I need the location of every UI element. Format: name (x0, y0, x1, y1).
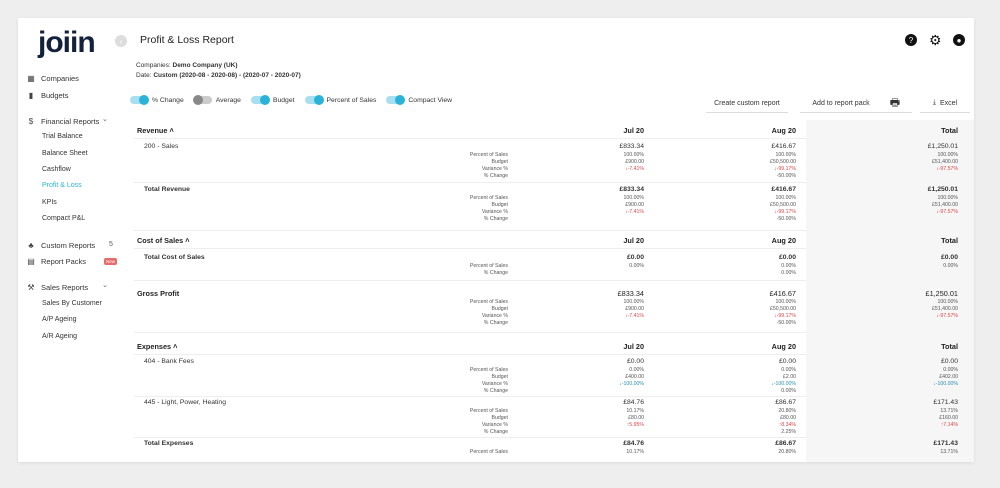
print-button[interactable]: 🖶 (878, 94, 912, 113)
sidebar-item-budgets[interactable]: ▮ Budgets (26, 88, 69, 102)
sidebar: joiin ▦ Companies ▮ Budgets $ Financial … (18, 18, 122, 462)
chevron-left-icon: ‹ (119, 36, 123, 46)
sidebar-item-companies[interactable]: ▦ Companies (26, 71, 79, 85)
shapes-icon: ♣ (28, 240, 34, 250)
gavel-icon: ⚒ (27, 282, 35, 292)
app-window: joiin ▦ Companies ▮ Budgets $ Financial … (18, 18, 974, 462)
sidebar-item-profit-loss[interactable]: Profit & Loss (42, 182, 82, 189)
create-custom-report-button[interactable]: Create custom report (706, 94, 788, 113)
gear-icon[interactable]: ⚙ (929, 32, 942, 49)
view-toggles: % Change Average Budget Percent of Sales… (130, 95, 462, 105)
sidebar-item-report-packs[interactable]: ▤ Report Packs (26, 254, 86, 268)
toggle-percent-of-sales[interactable]: Percent of Sales (304, 95, 376, 105)
sidebar-item-cashflow[interactable]: Cashflow (42, 166, 71, 173)
collapse-sidebar-button[interactable]: ‹ (115, 35, 127, 47)
sidebar-item-sales-by-customer[interactable]: Sales By Customer (42, 300, 102, 307)
companies-meta: Companies: Demo Company (UK) (136, 62, 238, 69)
toggle-budget[interactable]: Budget (250, 95, 295, 105)
sidebar-item-custom-reports[interactable]: ♣ Custom Reports (26, 238, 95, 252)
excel-button[interactable]: ⤓ Excel (920, 94, 970, 113)
date-meta: Date: Custom (2020-08 - 2020-08) - (2020… (136, 72, 301, 79)
toggle-average[interactable]: Average (192, 95, 241, 105)
bar-chart-icon: ▮ (28, 90, 34, 100)
dollar-icon: $ (28, 116, 34, 126)
custom-reports-count: 5 (109, 241, 113, 248)
sidebar-item-ap-ageing[interactable]: A/P Ageing (42, 316, 77, 323)
sidebar-item-trial-balance[interactable]: Trial Balance (42, 133, 83, 140)
report-table: Revenue ˄ Jul 20 Aug 20 Total 200 - Sale… (134, 120, 974, 462)
chevron-down-icon[interactable]: ⌄ (102, 281, 108, 289)
account-icon[interactable]: ● (953, 34, 965, 46)
add-to-report-pack-button[interactable]: Add to report pack (800, 94, 882, 113)
new-badge: New (104, 258, 118, 265)
sidebar-item-ar-ageing[interactable]: A/R Ageing (42, 333, 77, 340)
page-title: Profit & Loss Report (140, 34, 234, 46)
sidebar-item-balance-sheet[interactable]: Balance Sheet (42, 150, 88, 157)
help-icon[interactable]: ? (905, 34, 917, 46)
folder-icon: ▤ (27, 256, 35, 266)
download-icon: ⤓ (932, 99, 936, 106)
sidebar-item-financial-reports[interactable]: $ Financial Reports (26, 114, 100, 128)
toggle-pct-change[interactable]: % Change (130, 95, 184, 105)
sidebar-item-sales-reports[interactable]: ⚒ Sales Reports (26, 280, 88, 294)
print-icon: 🖶 (889, 96, 901, 109)
sidebar-item-compact-pl[interactable]: Compact P&L (42, 215, 85, 222)
logo: joiin (38, 26, 96, 59)
building-icon: ▦ (27, 73, 35, 83)
sidebar-item-kpis[interactable]: KPIs (42, 199, 57, 206)
chevron-down-icon[interactable]: ⌄ (102, 115, 108, 123)
toggle-compact-view[interactable]: Compact View (386, 95, 452, 105)
